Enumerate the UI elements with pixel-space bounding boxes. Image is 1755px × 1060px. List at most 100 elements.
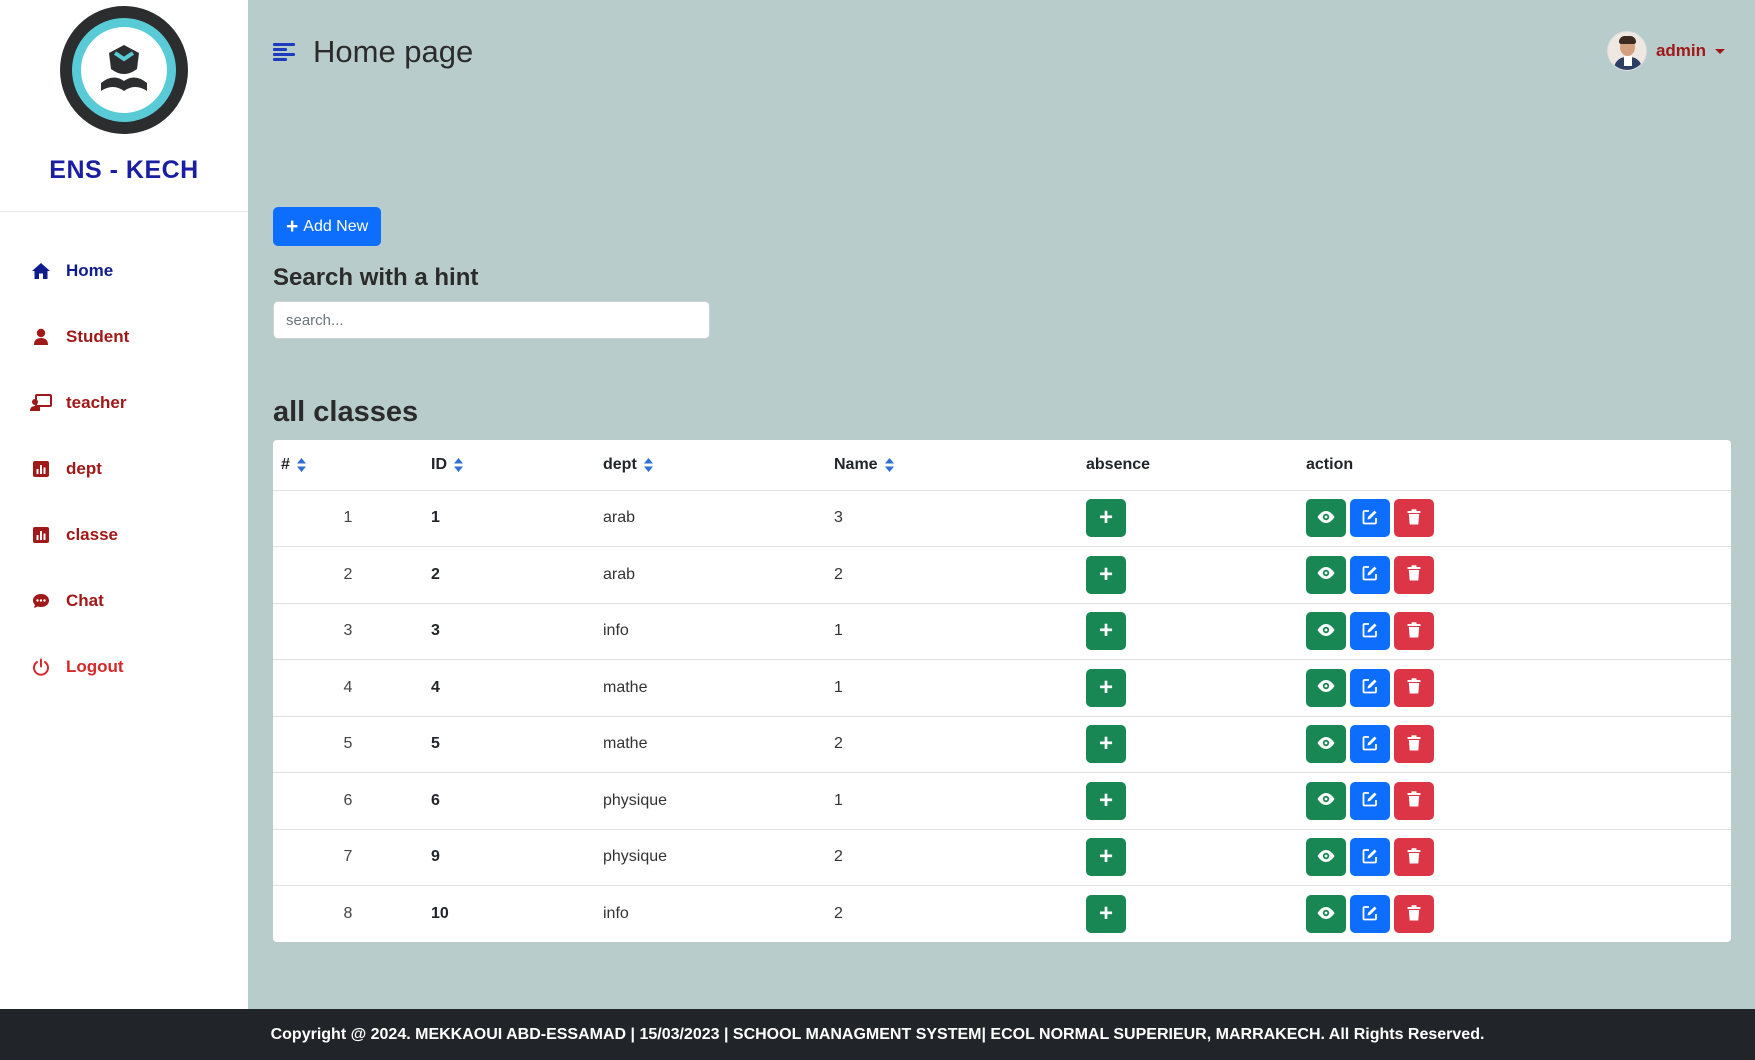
row-actions <box>1298 829 1731 886</box>
add-absence-button[interactable]: + <box>1086 612 1126 651</box>
delete-button[interactable] <box>1394 838 1434 877</box>
sidebar-item-classe[interactable]: classe <box>0 502 248 568</box>
column-header-index[interactable]: # <box>273 440 423 491</box>
row-id: 10 <box>431 905 449 922</box>
delete-button[interactable] <box>1394 499 1434 538</box>
sort-icon <box>454 457 463 472</box>
sidebar-item-chat[interactable]: Chat <box>0 568 248 634</box>
edit-icon <box>1362 905 1378 924</box>
user-icon <box>30 326 52 348</box>
sidebar-item-label: classe <box>66 525 118 544</box>
sidebar-item-dept[interactable]: dept <box>0 436 248 502</box>
edit-button[interactable] <box>1350 612 1390 651</box>
trash-icon <box>1407 509 1421 528</box>
plus-icon: + <box>1098 617 1113 645</box>
menu-toggle-icon[interactable] <box>273 41 295 63</box>
sort-icon <box>643 457 653 472</box>
edit-icon <box>1362 791 1378 810</box>
edit-button[interactable] <box>1350 499 1390 538</box>
plus-icon: + <box>1098 560 1113 588</box>
eye-icon <box>1316 792 1336 809</box>
sidebar-item-teacher[interactable]: teacher <box>0 370 248 436</box>
row-dept: info <box>603 905 629 922</box>
table-row: 5 5 mathe 2 + <box>273 716 1731 773</box>
plus-icon: + <box>1098 843 1113 871</box>
plus-icon: + <box>1098 504 1113 532</box>
sidebar-item-logout[interactable]: Logout <box>0 634 248 700</box>
add-absence-button[interactable]: + <box>1086 725 1126 764</box>
edit-button[interactable] <box>1350 725 1390 764</box>
classes-table: # ID dept Name absence action 1 1 arab 3 +2 2… <box>273 440 1731 942</box>
add-absence-button[interactable]: + <box>1086 838 1126 877</box>
eye-icon <box>1316 736 1336 753</box>
row-actions <box>1298 716 1731 773</box>
delete-button[interactable] <box>1394 725 1434 764</box>
view-button[interactable] <box>1306 668 1346 707</box>
view-button[interactable] <box>1306 555 1346 594</box>
chart-bar-icon <box>30 458 52 480</box>
edit-button[interactable] <box>1350 895 1390 933</box>
row-index: 5 <box>273 716 423 773</box>
row-index: 3 <box>273 603 423 660</box>
column-header-name[interactable]: Name <box>826 440 1078 491</box>
view-button[interactable] <box>1306 838 1346 877</box>
search-input[interactable] <box>273 301 710 339</box>
delete-button[interactable] <box>1394 895 1434 933</box>
row-id: 4 <box>423 659 595 717</box>
sidebar-item-label: Home <box>66 261 114 280</box>
table-row: 1 1 arab 3 + <box>273 490 1731 547</box>
edit-icon <box>1362 678 1378 697</box>
delete-button[interactable] <box>1394 555 1434 594</box>
sidebar-item-home[interactable]: Home <box>0 238 248 304</box>
edit-button[interactable] <box>1350 668 1390 707</box>
row-id: 2 <box>423 546 595 604</box>
sort-icon <box>296 457 306 472</box>
view-button[interactable] <box>1306 895 1346 933</box>
chalkboard-teacher-icon <box>30 392 52 414</box>
row-id: 5 <box>423 716 595 773</box>
edit-button[interactable] <box>1350 781 1390 820</box>
sidebar-item-label: Student <box>66 327 130 346</box>
plus-icon: + <box>1098 673 1113 701</box>
plus-icon: + <box>1098 786 1113 814</box>
column-header-dept[interactable]: dept <box>595 440 826 491</box>
view-button[interactable] <box>1306 612 1346 651</box>
add-absence-button[interactable]: + <box>1086 895 1126 933</box>
row-absence: + <box>1078 490 1298 547</box>
table-header-row: # ID dept Name absence action <box>273 440 1731 491</box>
footer: Copyright @ 2024. MEKKAOUI ABD-ESSAMAD |… <box>0 1009 1755 1060</box>
row-index: 1 <box>273 490 423 547</box>
school-logo <box>60 6 188 134</box>
row-name: 3 <box>826 490 1078 547</box>
row-dept: physique <box>595 772 826 830</box>
add-new-button[interactable]: + Add New <box>273 207 382 246</box>
row-actions <box>1298 603 1731 660</box>
edit-button[interactable] <box>1350 555 1390 594</box>
section-title: all classes <box>273 396 419 428</box>
edit-button[interactable] <box>1350 838 1390 877</box>
row-name: 1 <box>826 659 1078 717</box>
delete-button[interactable] <box>1394 668 1434 707</box>
delete-button[interactable] <box>1394 781 1434 820</box>
row-id: 3 <box>423 603 595 660</box>
column-header-id[interactable]: ID <box>423 440 595 491</box>
add-absence-button[interactable]: + <box>1086 781 1126 820</box>
user-menu[interactable]: admin <box>1606 31 1725 71</box>
add-absence-button[interactable]: + <box>1086 555 1126 594</box>
sidebar-item-student[interactable]: Student <box>0 304 248 370</box>
row-dept: arab <box>595 490 826 547</box>
add-absence-button[interactable]: + <box>1086 668 1126 707</box>
view-button[interactable] <box>1306 499 1346 538</box>
row-index: 8 <box>343 905 353 922</box>
view-button[interactable] <box>1306 725 1346 764</box>
chart-bar-icon <box>30 524 52 546</box>
edit-icon <box>1362 622 1378 641</box>
brand-name: ENS - KECH <box>49 156 199 184</box>
view-button[interactable] <box>1306 781 1346 820</box>
delete-button[interactable] <box>1394 612 1434 651</box>
row-id: 1 <box>423 490 595 547</box>
avatar <box>1606 31 1647 71</box>
add-new-label: Add New <box>303 217 369 235</box>
add-absence-button[interactable]: + <box>1086 499 1126 538</box>
row-actions <box>1298 546 1731 604</box>
